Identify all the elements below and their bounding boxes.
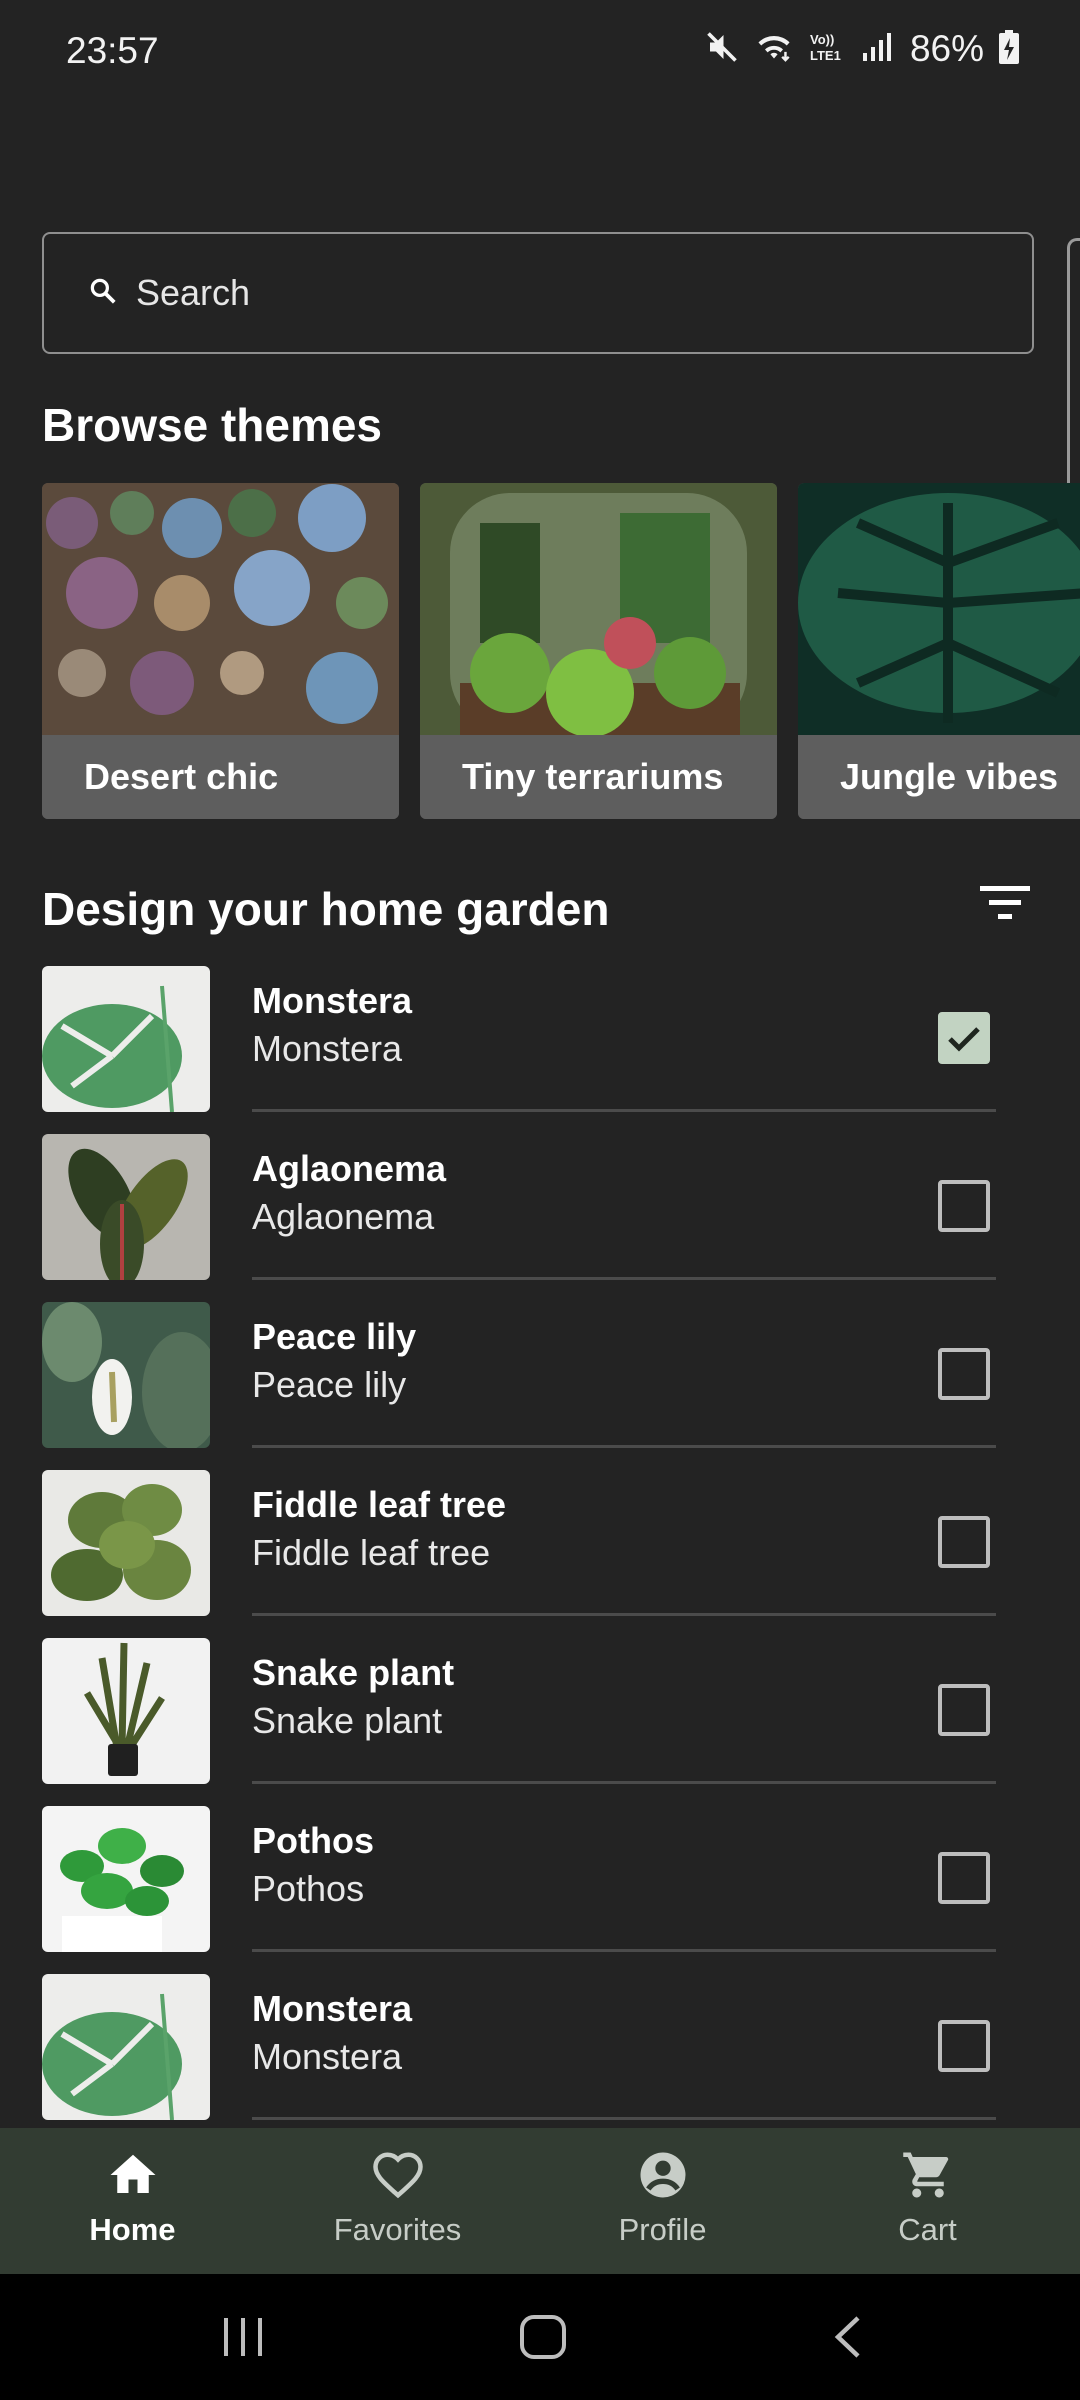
list-item[interactable]: Monstera Monstera — [0, 1970, 1080, 2138]
list-item[interactable]: Peace lily Peace lily — [0, 1298, 1080, 1466]
plant-subtitle: Pothos — [252, 1868, 365, 1909]
fiddle-leaf-tree-thumbnail — [42, 1470, 210, 1616]
mute-icon — [704, 29, 740, 70]
theme-label: Tiny terrariums — [420, 735, 777, 819]
search-field[interactable] — [42, 232, 1034, 354]
plant-name: Peace lily — [252, 1316, 417, 1357]
status-icons: Vo)) LTE1 86% — [704, 28, 1020, 70]
list-item[interactable]: Aglaonema Aglaonema — [0, 1130, 1080, 1298]
volte-icon: Vo)) LTE1 — [808, 29, 848, 70]
snake-plant-thumbnail — [42, 1638, 210, 1784]
nav-cart[interactable]: Cart — [795, 2128, 1060, 2274]
divider — [252, 1109, 996, 1112]
list-item[interactable]: Monstera Monstera — [0, 962, 1080, 1130]
battery-percent: 86% — [909, 28, 984, 69]
plant-name: Pothos — [252, 1820, 374, 1861]
battery-charging-icon — [998, 29, 1020, 70]
status-time: 23:57 — [66, 30, 159, 71]
plant-checkbox[interactable] — [938, 1516, 990, 1568]
divider — [252, 1445, 996, 1448]
nav-label: Home — [89, 2212, 176, 2247]
theme-card-tiny-terrariums[interactable]: Tiny terrariums — [420, 483, 777, 819]
filter-button[interactable] — [978, 880, 1032, 924]
cart-icon — [901, 2148, 955, 2207]
pothos-thumbnail — [42, 1806, 210, 1952]
wifi-icon — [754, 29, 794, 70]
plant-subtitle: Snake plant — [252, 1700, 443, 1741]
nav-profile[interactable]: Profile — [530, 2128, 795, 2274]
filter-list-icon — [980, 886, 1030, 919]
theme-label: Jungle vibes — [798, 735, 1080, 819]
plant-subtitle: Monstera — [252, 1028, 403, 1069]
search-input[interactable] — [134, 271, 938, 315]
back-button[interactable] — [828, 2314, 868, 2365]
home-icon — [106, 2148, 160, 2207]
monstera-thumbnail — [42, 1974, 210, 2120]
browse-themes-heading: Browse themes — [42, 399, 383, 451]
recent-apps-icon — [224, 2318, 262, 2356]
peace-lily-thumbnail — [42, 1302, 210, 1448]
plant-name: Snake plant — [252, 1652, 455, 1693]
plant-checkbox[interactable] — [938, 2020, 990, 2072]
plant-name: Fiddle leaf tree — [252, 1484, 507, 1525]
plant-name: Monstera — [252, 1988, 413, 2029]
nav-label: Profile — [618, 2212, 707, 2247]
aglaonema-thumbnail — [42, 1134, 210, 1280]
plant-subtitle: Fiddle leaf tree — [252, 1532, 491, 1573]
nav-favorites[interactable]: Favorites — [265, 2128, 530, 2274]
recent-apps-button[interactable] — [220, 2314, 266, 2365]
plant-checkbox[interactable] — [938, 1180, 990, 1232]
bottom-navigation: Home Favorites Profile Cart — [0, 2128, 1080, 2274]
plant-checkbox[interactable] — [938, 1348, 990, 1400]
divider — [252, 1781, 996, 1784]
divider — [252, 1277, 996, 1280]
system-navigation-bar — [0, 2274, 1080, 2400]
jungle-vibes-image — [798, 483, 1080, 735]
list-item[interactable]: Fiddle leaf tree Fiddle leaf tree — [0, 1466, 1080, 1634]
svg-text:Vo)): Vo)) — [810, 32, 834, 47]
garden-heading: Design your home garden — [42, 883, 610, 935]
plant-checkbox[interactable] — [938, 1684, 990, 1736]
tiny-terrariums-image — [420, 483, 777, 735]
divider — [252, 2117, 996, 2120]
themes-carousel[interactable]: Desert chic Tiny terrariums Jungle vibes — [42, 483, 1080, 819]
home-circle-icon — [520, 2315, 566, 2359]
plant-name: Aglaonema — [252, 1148, 447, 1189]
svg-text:LTE1: LTE1 — [810, 48, 841, 63]
search-icon — [88, 276, 118, 311]
heart-icon — [371, 2148, 425, 2207]
home-button[interactable] — [518, 2314, 568, 2365]
nav-label: Cart — [898, 2212, 957, 2247]
status-bar: 23:57 Vo)) LTE1 86% — [0, 0, 1080, 110]
signal-icon — [862, 29, 892, 70]
plant-subtitle: Peace lily — [252, 1364, 407, 1405]
theme-card-jungle-vibes[interactable]: Jungle vibes — [798, 483, 1080, 819]
theme-card-desert-chic[interactable]: Desert chic — [42, 483, 399, 819]
list-item[interactable]: Pothos Pothos — [0, 1802, 1080, 1970]
divider — [252, 1613, 996, 1616]
plant-subtitle: Aglaonema — [252, 1196, 435, 1237]
plant-checkbox[interactable] — [938, 1012, 990, 1064]
plant-subtitle: Monstera — [252, 2036, 403, 2077]
account-circle-icon — [636, 2148, 690, 2207]
monstera-thumbnail — [42, 966, 210, 1112]
nav-home[interactable]: Home — [0, 2128, 265, 2274]
theme-label: Desert chic — [42, 735, 399, 819]
list-item[interactable]: Snake plant Snake plant — [0, 1634, 1080, 1802]
plant-checkbox[interactable] — [938, 1852, 990, 1904]
plant-name: Monstera — [252, 980, 413, 1021]
nav-label: Favorites — [333, 2212, 462, 2247]
divider — [252, 1949, 996, 1952]
desert-chic-image — [42, 483, 399, 735]
check-icon — [948, 1027, 980, 1052]
back-chevron-icon — [834, 2316, 860, 2358]
